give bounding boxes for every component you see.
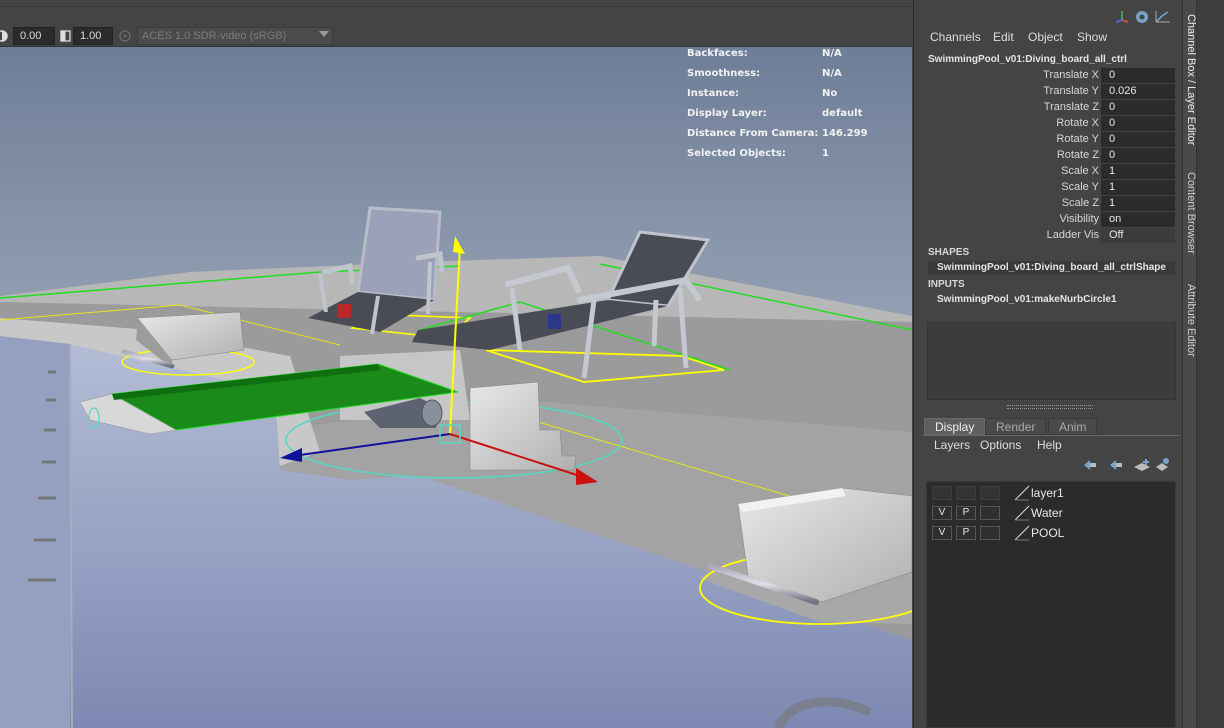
new-layer-selected-icon[interactable]: [1156, 458, 1169, 471]
attr-scale-y[interactable]: Scale Y1: [914, 180, 1182, 196]
playback-toggle[interactable]: P: [956, 526, 976, 540]
layer-name[interactable]: Water: [1031, 506, 1063, 520]
attr-value-field[interactable]: 0: [1101, 100, 1175, 115]
attr-value-field[interactable]: 0: [1101, 68, 1175, 83]
display-type-toggle[interactable]: [980, 486, 1000, 500]
hud-row: Display Layer: default: [687, 108, 863, 119]
display-type-toggle[interactable]: [980, 526, 1000, 540]
attr-translate-z[interactable]: Translate Z0: [914, 100, 1182, 116]
selected-node-name[interactable]: SwimmingPool_v01:Diving_board_all_ctrl: [928, 54, 1127, 65]
display-type-toggle[interactable]: [980, 506, 1000, 520]
attr-scale-x[interactable]: Scale X1: [914, 164, 1182, 180]
hud-row: Selected Objects: 1: [687, 148, 829, 159]
inputs-heading: INPUTS: [928, 279, 965, 290]
speed-icon[interactable]: [1136, 11, 1148, 23]
menu-object[interactable]: Object: [1028, 30, 1063, 44]
hud-row: Smoothness: N/A: [687, 68, 842, 79]
layer-toolbar: [1084, 458, 1169, 471]
heads-up-display: Backfaces: N/A Smoothness: N/A Instance: No…: [686, 48, 912, 168]
channel-box-empty-area: [927, 322, 1176, 400]
gamma-icon[interactable]: [58, 27, 74, 45]
viewport-toolbar: 0.00 1.00 ACES 1.0 SDR-video (sRGB): [0, 0, 912, 47]
layer-name[interactable]: POOL: [1031, 526, 1064, 540]
attr-value-field[interactable]: 0: [1101, 116, 1175, 131]
attr-rotate-y[interactable]: Rotate Y0: [914, 132, 1182, 148]
attr-value-field[interactable]: 1: [1101, 196, 1175, 211]
playback-toggle[interactable]: [956, 486, 976, 500]
tab-display[interactable]: Display: [924, 418, 986, 435]
gamma-field[interactable]: 1.00: [73, 27, 113, 45]
shapes-heading: SHAPES: [928, 247, 970, 258]
hud-row: Backfaces: N/A: [687, 48, 842, 59]
panel-splitter-handle[interactable]: [1007, 405, 1093, 409]
attr-value-field[interactable]: 0.026: [1101, 84, 1175, 99]
chevron-down-icon: [319, 31, 329, 37]
attr-translate-y[interactable]: Translate Y 0.026: [914, 84, 1182, 100]
tab-anim[interactable]: Anim: [1048, 418, 1098, 435]
exposure-field[interactable]: 0.00: [13, 27, 55, 45]
layer-color-swatch[interactable]: [1014, 525, 1030, 541]
manipulator-icon[interactable]: [1115, 11, 1129, 23]
view-transform-icon[interactable]: [117, 27, 133, 45]
layer-row-water[interactable]: V P Water: [930, 505, 1170, 521]
attr-rotate-x[interactable]: Rotate X0: [914, 116, 1182, 132]
menu-edit[interactable]: Edit: [993, 30, 1014, 44]
attr-ladder-vis[interactable]: Ladder Vis Off: [914, 228, 1182, 244]
layer-name[interactable]: layer1: [1031, 486, 1064, 500]
hud-row: Distance From Camera: 146.299: [687, 128, 868, 139]
visibility-toggle[interactable]: V: [932, 526, 952, 540]
tab-channel-box-layer-editor[interactable]: Channel Box / Layer Editor: [1183, 14, 1197, 145]
menu-show[interactable]: Show: [1077, 30, 1107, 44]
hud-row: Instance: No: [687, 88, 838, 99]
menu-help[interactable]: Help: [1037, 438, 1062, 452]
layer-color-swatch[interactable]: [1014, 505, 1030, 521]
layer-list: layer1 V P Water V P POOL: [926, 481, 1176, 728]
layer-row-pool[interactable]: V P POOL: [930, 525, 1170, 541]
attr-value-field[interactable]: 0: [1101, 132, 1175, 147]
channel-box-panel: Channels Edit Object Show SwimmingPool_v…: [913, 0, 1181, 728]
layer-color-swatch[interactable]: [1014, 485, 1030, 501]
attr-value-field[interactable]: 0: [1101, 148, 1175, 163]
new-layer-icon[interactable]: [1134, 459, 1150, 471]
attr-rotate-z[interactable]: Rotate Z0: [914, 148, 1182, 164]
tab-underline: [923, 435, 1179, 436]
tab-render[interactable]: Render: [985, 418, 1047, 435]
input-node[interactable]: SwimmingPool_v01:makeNurbCircle1: [928, 293, 1175, 307]
menu-channels[interactable]: Channels: [930, 30, 981, 44]
attr-value-field[interactable]: 1: [1101, 164, 1175, 179]
playback-toggle[interactable]: P: [956, 506, 976, 520]
attr-scale-z[interactable]: Scale Z1: [914, 196, 1182, 212]
attr-translate-x[interactable]: Translate X0: [914, 68, 1182, 84]
move-layer-down-icon[interactable]: [1110, 460, 1122, 470]
menu-layers[interactable]: Layers: [934, 438, 970, 452]
graph-icon[interactable]: [1155, 11, 1170, 23]
shape-node[interactable]: SwimmingPool_v01:Diving_board_all_ctrlSh…: [928, 261, 1175, 275]
attr-value-field[interactable]: on: [1101, 212, 1175, 227]
visibility-toggle[interactable]: V: [932, 506, 952, 520]
menu-options[interactable]: Options: [980, 438, 1021, 452]
3d-viewport[interactable]: 0.00 1.00 ACES 1.0 SDR-video (sRGB) Back…: [0, 0, 912, 728]
viewport-toolbar-divider: [0, 6, 912, 7]
channel-box-icons: [1115, 11, 1170, 23]
visibility-toggle[interactable]: [932, 486, 952, 500]
layer-row-layer1[interactable]: layer1: [930, 485, 1170, 501]
move-layer-up-icon[interactable]: [1084, 460, 1096, 470]
tab-attribute-editor[interactable]: Attribute Editor: [1183, 284, 1197, 357]
colorspace-dropdown[interactable]: ACES 1.0 SDR-video (sRGB): [137, 27, 333, 45]
attr-visibility[interactable]: Visibility on: [914, 212, 1182, 228]
tab-content-browser[interactable]: Content Browser: [1183, 172, 1197, 254]
attr-value-field[interactable]: Off: [1101, 228, 1175, 243]
exposure-icon[interactable]: [0, 27, 12, 45]
attr-value-field[interactable]: 1: [1101, 180, 1175, 195]
